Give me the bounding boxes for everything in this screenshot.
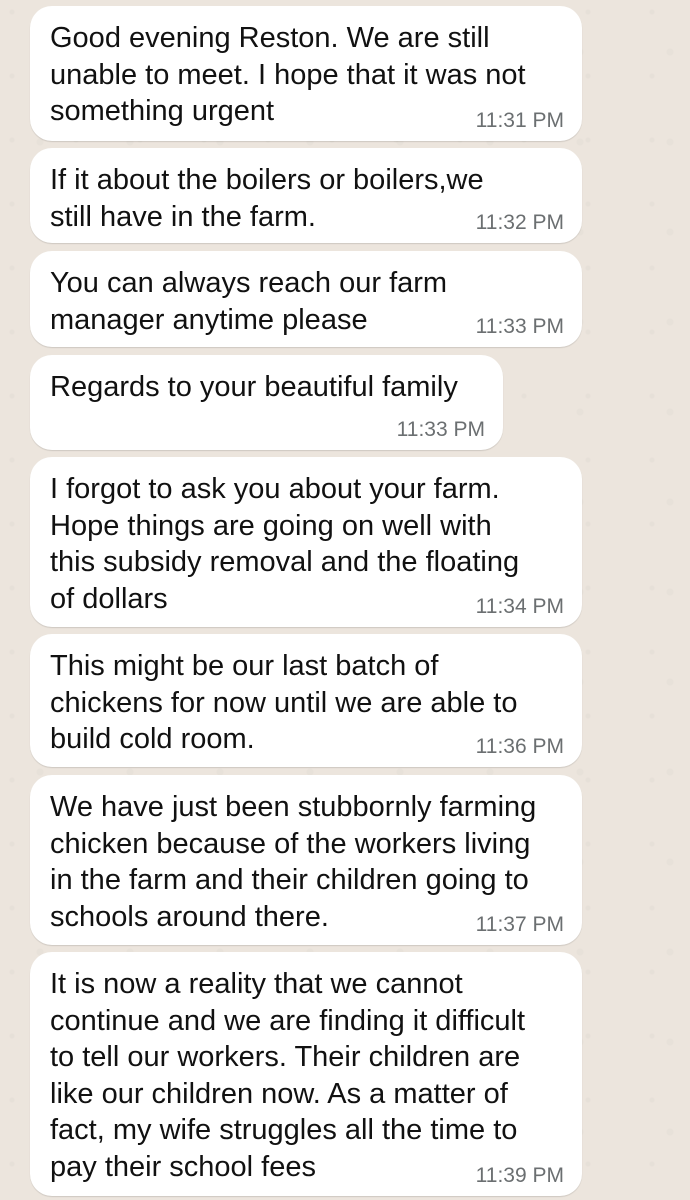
message-timestamp: 11:33 PM xyxy=(475,315,564,338)
message-timestamp: 11:39 PM xyxy=(475,1164,564,1187)
message-timestamp: 11:33 PM xyxy=(396,418,485,441)
incoming-message[interactable]: You can always reach our farm manager an… xyxy=(30,251,582,347)
incoming-message[interactable]: I forgot to ask you about your farm. Hop… xyxy=(30,457,582,627)
incoming-message[interactable]: This might be our last batch of chickens… xyxy=(30,634,582,767)
message-timestamp: 11:32 PM xyxy=(475,211,564,234)
incoming-message[interactable]: Regards to your beautiful family 11:33 P… xyxy=(30,355,503,450)
message-text: Regards to your beautiful family xyxy=(50,371,458,403)
message-timestamp: 11:37 PM xyxy=(475,913,564,936)
incoming-message[interactable]: It is now a reality that we cannot conti… xyxy=(30,952,582,1196)
message-text: It is now a reality that we cannot conti… xyxy=(50,968,526,1183)
incoming-message[interactable]: We have just been stubbornly farming chi… xyxy=(30,775,582,945)
message-timestamp: 11:31 PM xyxy=(475,109,564,132)
message-timestamp: 11:36 PM xyxy=(475,735,564,758)
message-timestamp: 11:34 PM xyxy=(475,595,564,618)
chat-message-list[interactable]: Good evening Reston. We are still unable… xyxy=(0,0,690,1200)
incoming-message[interactable]: Good evening Reston. We are still unable… xyxy=(30,6,582,141)
incoming-message[interactable]: If it about the boilers or boilers,we st… xyxy=(30,148,582,243)
